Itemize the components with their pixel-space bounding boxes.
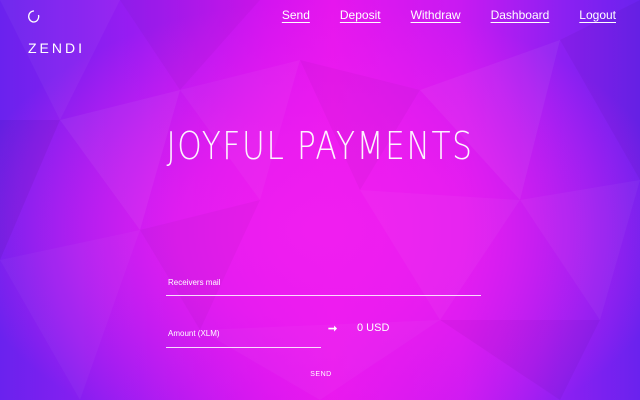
nav-withdraw[interactable]: Withdraw: [411, 8, 461, 22]
amount-input[interactable]: [166, 326, 323, 341]
nav-logout[interactable]: Logout: [579, 8, 616, 22]
receiver-mail-field: [166, 272, 483, 296]
ring-logo-icon: [28, 10, 40, 23]
top-nav: Send Deposit Withdraw Dashboard Logout: [252, 8, 616, 22]
arrow-right-icon: ➞: [328, 323, 338, 335]
send-button[interactable]: SEND: [300, 371, 342, 378]
nav-dashboard[interactable]: Dashboard: [491, 8, 550, 22]
nav-send[interactable]: Send: [282, 8, 310, 22]
amount-field: [166, 323, 323, 348]
brand-name: ZENDI: [28, 40, 85, 56]
nav-deposit[interactable]: Deposit: [340, 8, 381, 22]
converted-usd-value: 0 USD: [357, 322, 390, 334]
receiver-mail-input[interactable]: [166, 275, 483, 290]
hero-title: JOYFUL PAYMENTS: [166, 124, 474, 168]
